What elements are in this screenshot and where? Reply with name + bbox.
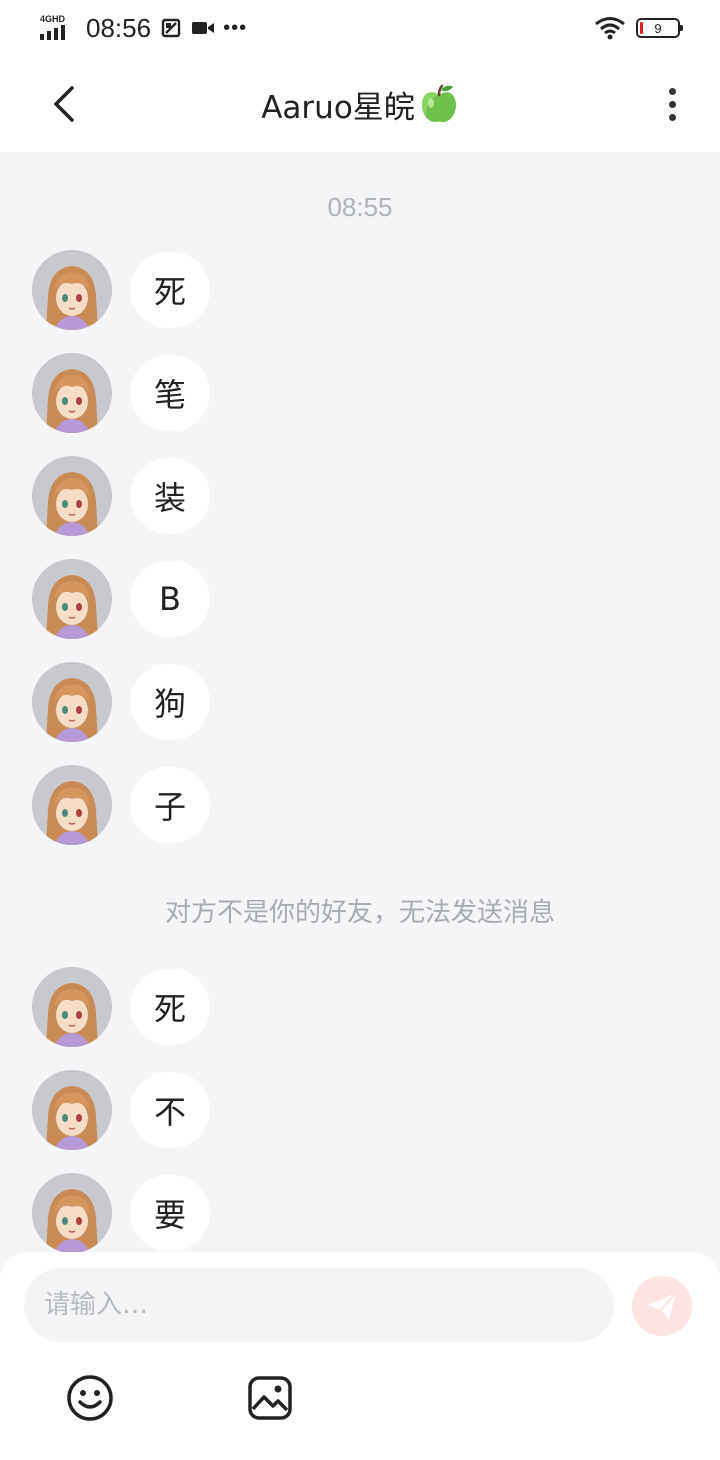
avatar[interactable] (32, 1070, 112, 1150)
message-bubble[interactable]: 不 (130, 1072, 211, 1148)
message-bubble[interactable]: B (130, 561, 210, 637)
more-vertical-icon (668, 87, 676, 95)
message-input[interactable] (24, 1268, 614, 1342)
message-row: 狗 (32, 662, 211, 742)
emoji-button[interactable] (64, 1372, 116, 1424)
wifi-icon (594, 16, 626, 40)
message-bubble[interactable]: 要 (130, 1175, 211, 1251)
green-apple-icon (421, 84, 456, 123)
message-row: 不 (32, 1070, 211, 1150)
avatar[interactable] (32, 765, 112, 845)
avatar[interactable] (32, 250, 112, 330)
battery-level (640, 22, 643, 34)
status-bar: 4GHD 08:56 ••• 9 (0, 0, 720, 56)
avatar[interactable] (32, 662, 112, 742)
chat-title: Aaruo星皖 (261, 89, 415, 126)
chat-title-wrap: Aaruo星皖 (160, 78, 560, 130)
network-type: 4GHD (40, 14, 66, 24)
message-row: 死 (32, 967, 211, 1047)
status-left: 4GHD 08:56 ••• (40, 12, 247, 44)
system-notice: 对方不是你的好友，无法发送消息 (164, 898, 555, 928)
chat-messages[interactable]: 08:55 死 笔 装 B 狗 子 对方不是你的好友，无法发送消息 死 不 要 (0, 152, 720, 1252)
avatar[interactable] (32, 456, 112, 536)
message-row: 要 (32, 1173, 211, 1252)
emoji-icon (67, 1375, 113, 1421)
back-button[interactable] (40, 80, 88, 128)
back-arrow-icon (54, 86, 74, 122)
message-row: 装 (32, 456, 211, 536)
message-bubble[interactable]: 子 (130, 767, 211, 843)
message-timestamp: 08:55 (327, 192, 393, 222)
paper-plane-icon (648, 1292, 677, 1320)
screenshot-icon (159, 16, 183, 40)
message-bubble[interactable]: 死 (130, 969, 211, 1045)
avatar[interactable] (32, 559, 112, 639)
more-notifications-icon: ••• (223, 16, 248, 39)
status-right: 9 (594, 14, 683, 42)
status-time: 08:56 (86, 12, 152, 43)
message-bubble[interactable]: 狗 (130, 664, 211, 740)
message-bubble[interactable]: 装 (130, 458, 211, 534)
image-icon (248, 1376, 292, 1420)
signal-indicator: 4GHD (40, 14, 72, 42)
chat-header: Aaruo星皖 (0, 56, 720, 152)
image-button[interactable] (244, 1372, 296, 1424)
send-button[interactable] (632, 1276, 692, 1336)
avatar[interactable] (32, 1173, 112, 1252)
more-options-button[interactable] (648, 80, 696, 128)
message-row: 子 (32, 765, 211, 845)
message-row: 死 (32, 250, 211, 330)
message-row: 笔 (32, 353, 211, 433)
video-camera-icon (191, 16, 215, 40)
battery-percent: 9 (654, 20, 662, 36)
avatar[interactable] (32, 967, 112, 1047)
input-bar (0, 1252, 720, 1460)
signal-bars-icon (40, 25, 65, 40)
battery-icon: 9 (636, 18, 683, 38)
avatar[interactable] (32, 353, 112, 433)
message-bubble[interactable]: 笔 (130, 355, 211, 431)
message-row: B (32, 559, 210, 639)
message-bubble[interactable]: 死 (130, 252, 211, 328)
